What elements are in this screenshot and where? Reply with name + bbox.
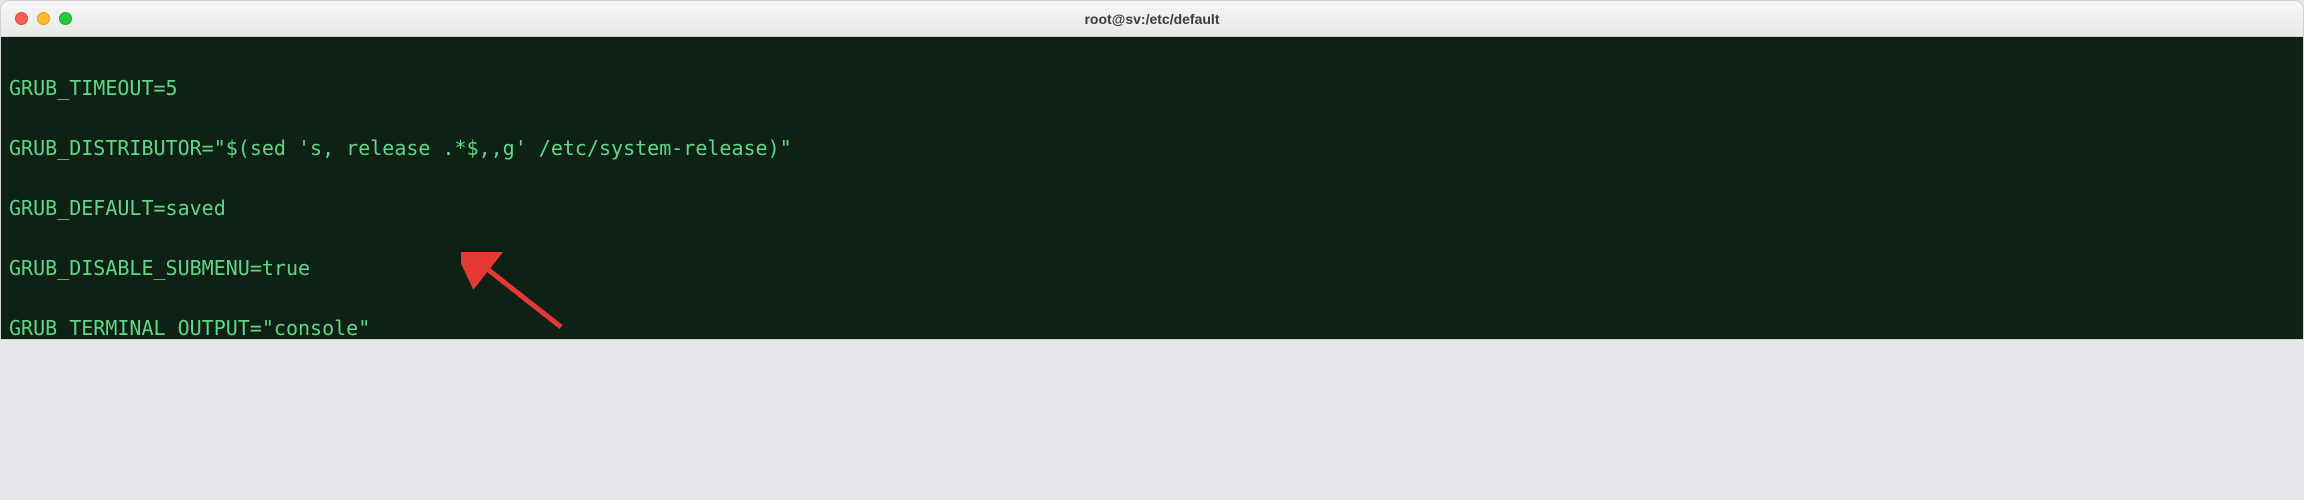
config-line: GRUB_DISTRIBUTOR="$(sed 's, release .*$,… [9, 133, 2295, 163]
minimize-icon[interactable] [37, 12, 50, 25]
window-title: root@sv:/etc/default [1, 11, 2303, 27]
titlebar[interactable]: root@sv:/etc/default [1, 1, 2303, 37]
config-line: GRUB_DEFAULT=saved [9, 193, 2295, 223]
maximize-icon[interactable] [59, 12, 72, 25]
config-line: GRUB_TERMINAL_OUTPUT="console" [9, 313, 2295, 339]
config-line: GRUB_DISABLE_SUBMENU=true [9, 253, 2295, 283]
traffic-lights [1, 12, 72, 25]
terminal-body[interactable]: GRUB_TIMEOUT=5 GRUB_DISTRIBUTOR="$(sed '… [1, 37, 2303, 339]
config-line: GRUB_TIMEOUT=5 [9, 73, 2295, 103]
terminal-window: root@sv:/etc/default GRUB_TIMEOUT=5 GRUB… [0, 0, 2304, 340]
close-icon[interactable] [15, 12, 28, 25]
